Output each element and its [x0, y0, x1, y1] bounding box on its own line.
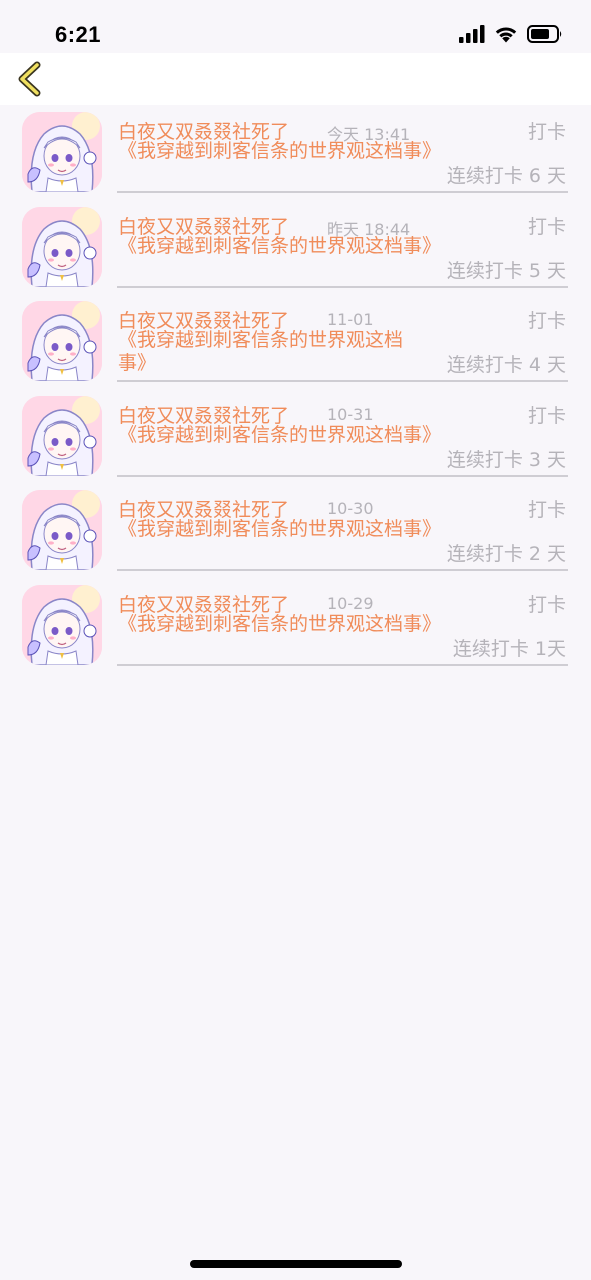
chevron-left-icon: [18, 61, 41, 97]
battery-icon: [527, 25, 562, 43]
row-content: 白夜又双叒叕社死了 今天 13:41 打卡 《我穿越到刺客信条的世界观这档事》 …: [117, 105, 568, 193]
streak-count: 连续打卡 1天: [452, 637, 566, 660]
row-content: 白夜又双叒叕社死了 10-30 打卡 《我穿越到刺客信条的世界观这档事》 连续打…: [117, 483, 568, 572]
list-item[interactable]: 白夜又双叒叕社死了 今天 13:41 打卡 《我穿越到刺客信条的世界观这档事》 …: [0, 105, 591, 200]
row-content: 白夜又双叒叕社死了 10-31 打卡 《我穿越到刺客信条的世界观这档事》 连续打…: [117, 389, 568, 477]
avatar-image: [22, 206, 102, 287]
avatar[interactable]: [22, 584, 102, 665]
list-item[interactable]: 白夜又双叒叕社死了 11-01 打卡 《我穿越到刺客信条的世界观这档事》 连续打…: [0, 294, 591, 389]
status-icons: [459, 25, 563, 43]
book-title[interactable]: 《我穿越到刺客信条的世界观这档事》: [118, 140, 442, 163]
avatar[interactable]: [22, 112, 102, 192]
status-time: 6:21: [55, 22, 102, 47]
streak-count: 连续打卡 4 天: [446, 354, 566, 377]
list-item[interactable]: 白夜又双叒叕社死了 10-30 打卡 《我穿越到刺客信条的世界观这档事》 连续打…: [0, 483, 591, 578]
book-title[interactable]: 《我穿越到刺客信条的世界观这档事》: [118, 613, 442, 636]
avatar-image: [22, 395, 102, 476]
avatar[interactable]: [22, 490, 102, 571]
list-item[interactable]: 白夜又双叒叕社死了 10-31 打卡 《我穿越到刺客信条的世界观这档事》 连续打…: [0, 389, 591, 484]
checkin-action[interactable]: 打卡: [528, 495, 566, 522]
avatar-image: [22, 584, 102, 665]
checkin-action[interactable]: 打卡: [528, 212, 566, 239]
avatar-image: [22, 301, 102, 382]
nav-bar: [0, 53, 591, 105]
streak-count: 连续打卡 3 天: [446, 448, 566, 471]
row-content: 白夜又双叒叕社死了 昨天 18:44 打卡 《我穿越到刺客信条的世界观这档事》 …: [117, 200, 568, 288]
streak-count: 连续打卡 5 天: [446, 259, 566, 282]
checkin-time: 11-01: [327, 310, 374, 330]
checkin-time: 10-31: [327, 404, 374, 424]
row-content: 白夜又双叒叕社死了 10-29 打卡 《我穿越到刺客信条的世界观这档事》 连续打…: [117, 578, 568, 666]
streak-count: 连续打卡 2 天: [446, 543, 566, 566]
checkin-time: 10-30: [327, 499, 374, 519]
streak-count: 连续打卡 6 天: [446, 165, 566, 187]
book-title[interactable]: 《我穿越到刺客信条的世界观这档事》: [118, 518, 442, 541]
checkin-time: 10-29: [327, 593, 374, 613]
back-button[interactable]: [10, 59, 50, 99]
book-title[interactable]: 《我穿越到刺客信条的世界观这档事》: [118, 424, 442, 447]
checkin-list: 白夜又双叒叕社死了 今天 13:41 打卡 《我穿越到刺客信条的世界观这档事》 …: [0, 105, 591, 673]
signal-icon: [459, 25, 485, 43]
checkin-action[interactable]: 打卡: [528, 401, 566, 428]
avatar[interactable]: [22, 206, 102, 287]
avatar[interactable]: [22, 395, 102, 476]
row-content: 白夜又双叒叕社死了 11-01 打卡 《我穿越到刺客信条的世界观这档事》 连续打…: [117, 294, 568, 383]
checkin-action[interactable]: 打卡: [528, 117, 566, 144]
home-indicator[interactable]: [190, 1260, 402, 1268]
avatar-image: [22, 112, 102, 192]
checkin-action[interactable]: 打卡: [528, 590, 566, 617]
book-title[interactable]: 《我穿越到刺客信条的世界观这档事》: [118, 235, 442, 258]
status-bar: 6:21: [0, 0, 591, 52]
list-item[interactable]: 白夜又双叒叕社死了 10-29 打卡 《我穿越到刺客信条的世界观这档事》 连续打…: [0, 578, 591, 673]
wifi-icon: [495, 27, 517, 43]
book-title[interactable]: 《我穿越到刺客信条的世界观这档事》: [118, 329, 423, 375]
list-item[interactable]: 白夜又双叒叕社死了 昨天 18:44 打卡 《我穿越到刺客信条的世界观这档事》 …: [0, 200, 591, 295]
avatar-image: [22, 490, 102, 571]
checkin-action[interactable]: 打卡: [528, 306, 566, 333]
avatar[interactable]: [22, 301, 102, 382]
